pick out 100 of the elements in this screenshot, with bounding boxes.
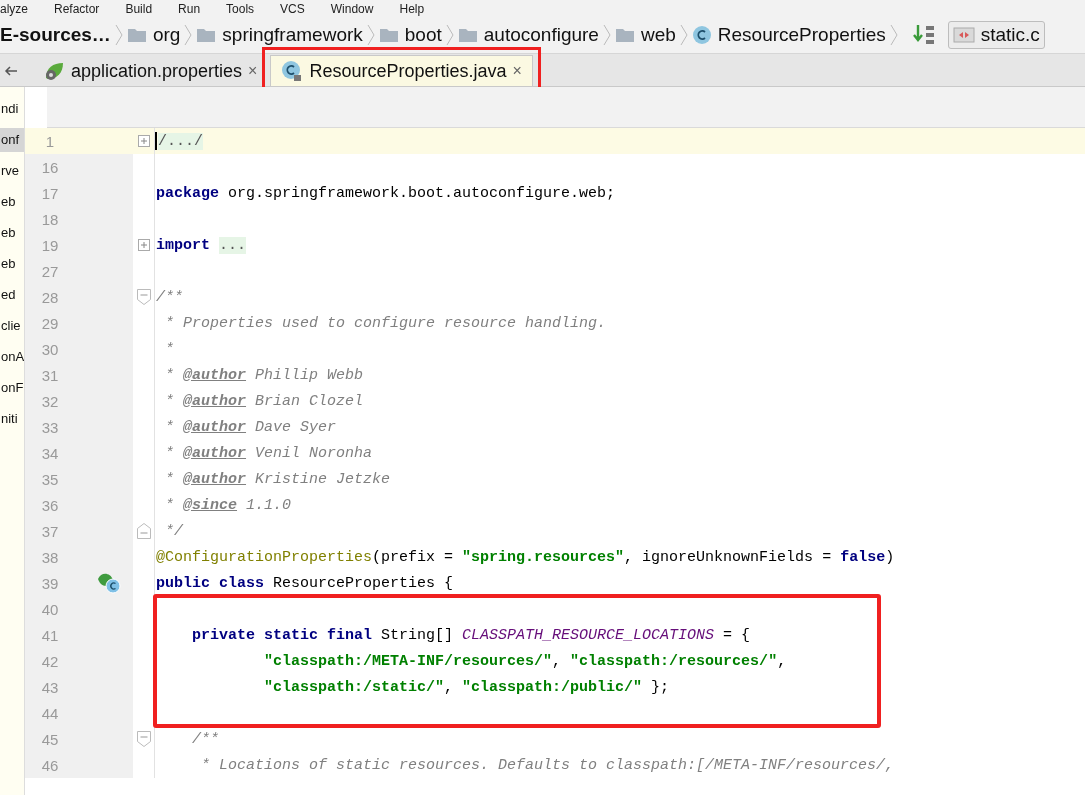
code-line: import ...: [155, 236, 247, 254]
line-number: 28: [40, 288, 60, 306]
line-number: 42: [40, 652, 60, 670]
close-icon[interactable]: ×: [248, 62, 258, 80]
menu-item[interactable]: alyze: [0, 2, 28, 16]
line-number: 32: [40, 392, 60, 410]
line-number: 37: [40, 522, 60, 540]
breadcrumb[interactable]: ResourceProperties: [691, 24, 886, 46]
breadcrumb[interactable]: autoconfigure: [457, 24, 599, 46]
project-tree-item[interactable]: clie: [0, 314, 24, 338]
code-line: * @author Venil Noronha: [164, 444, 373, 462]
line-number: 29: [40, 314, 60, 332]
chevron-icon: [445, 24, 454, 46]
code-line: * Properties used to configure resource handling.: [164, 314, 607, 332]
leaf-icon: [43, 60, 65, 82]
tab-label: application.properties: [71, 60, 243, 82]
project-tree-item[interactable]: onF: [0, 376, 24, 400]
project-tree-item[interactable]: onA: [0, 345, 24, 369]
folder-icon: [457, 27, 478, 43]
menu-item[interactable]: Window: [330, 2, 374, 16]
line-number: 36: [40, 496, 60, 514]
file-icon: [952, 27, 975, 43]
editor-tab[interactable]: application.properties ×: [32, 55, 269, 86]
chevron-icon: [366, 24, 375, 46]
code-line: public class ResourceProperties {: [155, 574, 454, 592]
collapse-icon[interactable]: [136, 289, 151, 305]
breadcrumb[interactable]: E-sources…: [0, 24, 111, 46]
folder-icon: [196, 27, 217, 43]
line-number: 27: [40, 262, 60, 280]
breadcrumb[interactable]: boot: [378, 24, 442, 46]
code-line: "classpath:/META-INF/resources/", "classpath:/resources/",: [263, 652, 787, 670]
breadcrumb[interactable]: org: [126, 24, 181, 46]
code-line: * @author Dave Syer: [164, 418, 337, 436]
class-icon: [281, 60, 304, 82]
code-line: /**: [191, 730, 219, 748]
code-line: * @author Brian Clozel: [164, 392, 364, 410]
code-line: * Locations of static resources. Defaults to classpath:[/META-INF/resources/,: [200, 756, 895, 774]
tab-label: ResourceProperties.java: [309, 60, 507, 82]
chevron-icon: [114, 24, 123, 46]
collapse-icon[interactable]: [136, 523, 151, 539]
code-line: */: [164, 522, 183, 540]
code-line: * @author Kristine Jetzke: [164, 470, 391, 488]
run-config-button[interactable]: static.c: [947, 21, 1045, 49]
project-tree-item[interactable]: ed: [0, 283, 24, 307]
expand-icon[interactable]: [137, 135, 150, 147]
breadcrumb[interactable]: springframework: [196, 24, 363, 46]
menu-item[interactable]: Tools: [226, 2, 255, 16]
project-tree-item[interactable]: rve: [0, 159, 24, 183]
chevron-icon: [184, 24, 193, 46]
menu-item[interactable]: VCS: [280, 2, 305, 16]
class-icon: [691, 25, 712, 45]
line-number: 35: [40, 470, 60, 488]
line-number: 43: [40, 678, 60, 696]
line-number: 17: [40, 184, 60, 202]
line-number: 19: [40, 236, 60, 254]
line-number: 39: [40, 574, 60, 592]
folder-icon: [614, 27, 635, 43]
code-line: /**: [155, 288, 183, 306]
code-line: * @author Phillip Webb: [164, 366, 364, 384]
project-tree-item[interactable]: ndi: [0, 97, 24, 121]
bean-icon[interactable]: [96, 571, 122, 595]
line-number: 33: [40, 418, 60, 436]
line-number: 31: [40, 366, 60, 384]
project-tree-item[interactable]: onf: [0, 128, 24, 152]
chevron-icon: [602, 24, 611, 46]
menu-item[interactable]: Refactor: [54, 2, 100, 16]
code-line: "classpath:/static/", "classpath:/public/" };: [263, 678, 670, 696]
line-number: 41: [40, 626, 60, 644]
collapse-icon[interactable]: [136, 731, 151, 747]
line-number: 16: [40, 158, 60, 176]
code-line: @ConfigurationProperties(prefix = "spring.resources", ignoreUnknownFields = false): [155, 548, 895, 566]
line-number: 45: [40, 730, 60, 748]
close-icon[interactable]: ×: [512, 62, 522, 80]
menu-item[interactable]: Run: [178, 2, 201, 16]
code-line: * @since 1.1.0: [164, 496, 292, 514]
expand-icon[interactable]: [137, 239, 150, 251]
code-line: package org.springframework.boot.autoconfigure.web;: [155, 184, 616, 202]
back-arrow-icon[interactable]: [4, 64, 18, 78]
folder-icon: [126, 27, 147, 43]
folder-icon: [378, 27, 399, 43]
project-tree-item[interactable]: niti: [0, 407, 24, 431]
line-number: 44: [40, 704, 60, 722]
menu-item[interactable]: Help: [399, 2, 425, 16]
line-number: 30: [40, 340, 60, 358]
text-caret: [155, 132, 157, 150]
line-number: 1: [44, 132, 56, 150]
code-line: *: [164, 340, 174, 358]
project-tree-item[interactable]: eb: [0, 221, 24, 245]
breadcrumb[interactable]: web: [614, 24, 676, 46]
code-line: private static final String[] CLASSPATH_RESOURCE_LOCATIONS = {: [191, 626, 751, 644]
line-number: 38: [40, 548, 60, 566]
line-number: 34: [40, 444, 60, 462]
line-number: 46: [40, 756, 60, 774]
chevron-icon: [679, 24, 688, 46]
project-tree-item[interactable]: eb: [0, 190, 24, 214]
line-number: 18: [40, 210, 60, 228]
project-tree-item[interactable]: eb: [0, 252, 24, 276]
menu-item[interactable]: Build: [125, 2, 153, 16]
line-number: 40: [40, 600, 60, 618]
chevron-icon: [889, 24, 898, 46]
